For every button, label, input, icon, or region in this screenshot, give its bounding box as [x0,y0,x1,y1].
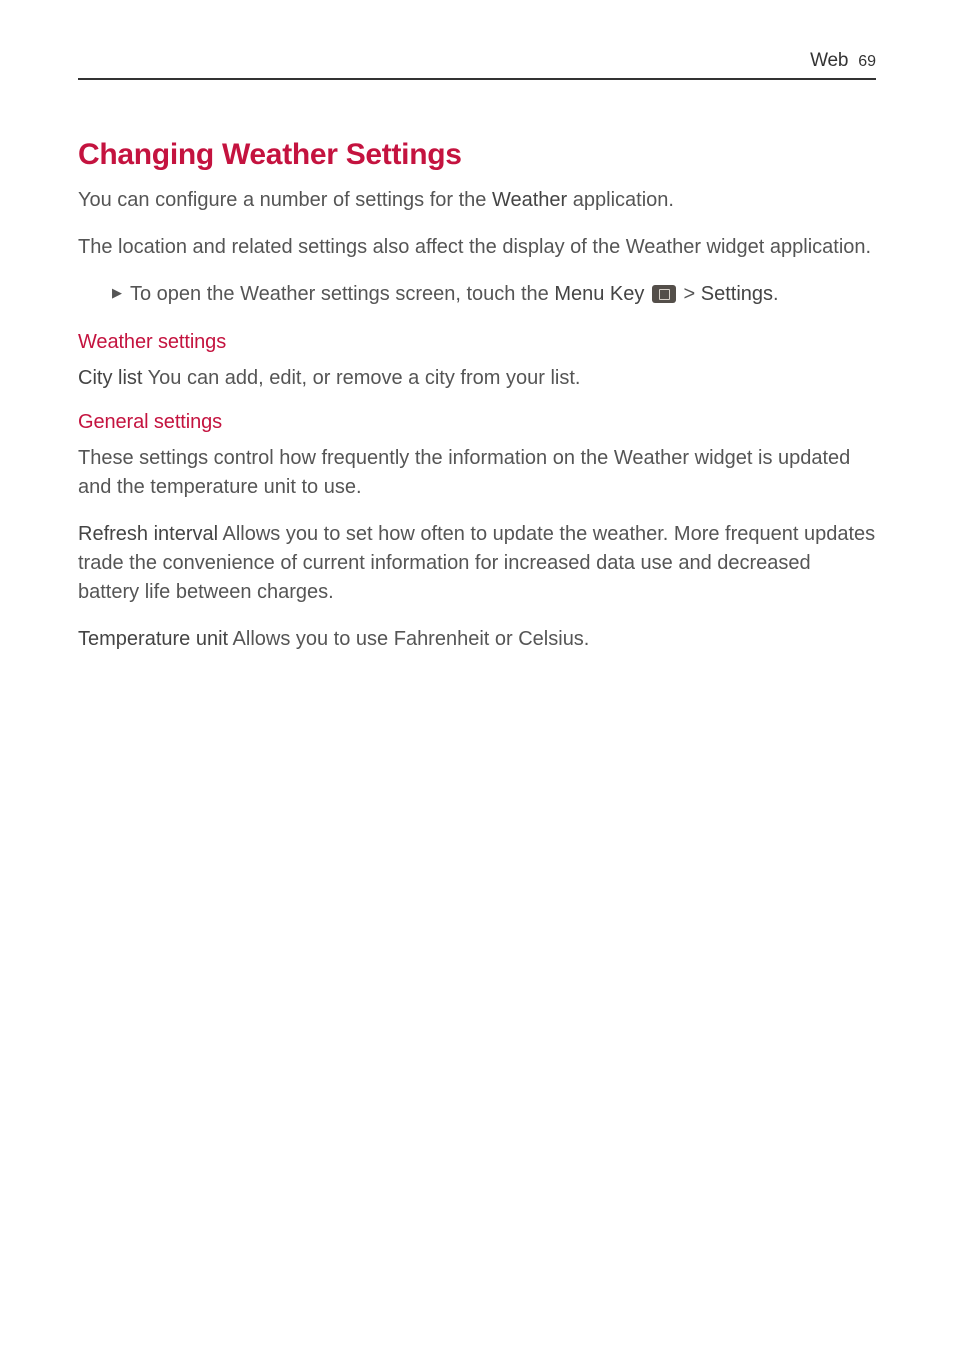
temperature-unit-paragraph: Temperature unit Allows you to use Fahre… [78,625,876,654]
bullet-text-e: . [773,283,779,305]
temperature-unit-text: Allows you to use Fahrenheit or Celsius. [228,628,589,650]
bullet-bold-settings: Settings [701,283,773,305]
menu-key-icon [652,285,676,303]
refresh-interval-label: Refresh interval [78,523,218,545]
bullet-text-c: > [678,283,701,305]
main-heading: Changing Weather Settings [78,138,876,172]
heading-general-settings: General settings [78,411,876,434]
intro-paragraph-1: You can configure a number of settings f… [78,186,876,215]
bullet-marker-icon: ▶ [112,280,130,309]
page-header: Web 69 [78,50,876,80]
intro-1-text-a: You can configure a number of settings f… [78,189,492,211]
bullet-content: To open the Weather settings screen, tou… [130,280,876,309]
intro-paragraph-2: The location and related settings also a… [78,233,876,262]
header-section-label: Web [810,50,848,72]
intro-1-bold: Weather [492,189,567,211]
bullet-text-a: To open the Weather settings screen, tou… [130,283,554,305]
general-intro-paragraph: These settings control how frequently th… [78,444,876,502]
intro-1-text-c: application. [567,189,674,211]
temperature-unit-label: Temperature unit [78,628,228,650]
bullet-item: ▶ To open the Weather settings screen, t… [78,280,876,309]
page-container: Web 69 Changing Weather Settings You can… [0,0,954,1372]
city-list-label: City list [78,367,142,389]
city-list-paragraph: City list You can add, edit, or remove a… [78,364,876,393]
bullet-bold-menu-key: Menu Key [554,283,650,305]
heading-weather-settings: Weather settings [78,331,876,354]
refresh-interval-paragraph: Refresh interval Allows you to set how o… [78,520,876,607]
header-page-number: 69 [858,53,876,71]
city-list-text: You can add, edit, or remove a city from… [142,367,580,389]
